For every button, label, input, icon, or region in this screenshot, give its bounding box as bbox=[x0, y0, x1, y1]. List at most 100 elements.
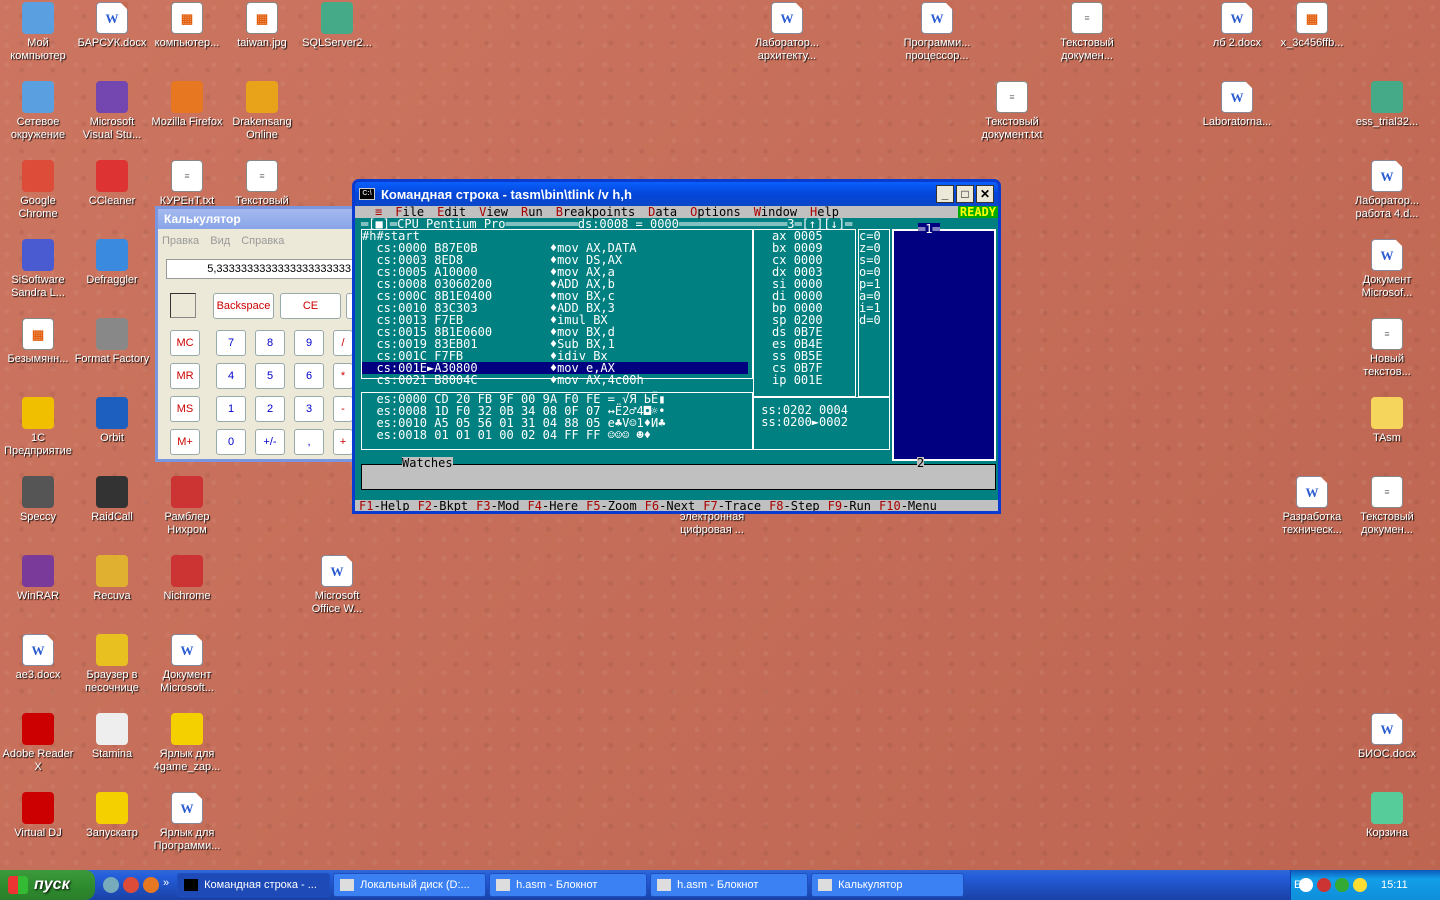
window-1[interactable]: ═1═ bbox=[892, 223, 996, 461]
task-notepad-2[interactable]: h.asm - Блокнот bbox=[650, 873, 809, 897]
desktop-icon[interactable]: W Ярлык для Программи... bbox=[149, 792, 225, 853]
turbo-debugger-screen[interactable]: ≡ File Edit View Run Breakpoints Data Options Wi… bbox=[355, 206, 998, 511]
desktop-icon[interactable]: W Разработка техническ... bbox=[1274, 476, 1350, 537]
fkey-item[interactable]: F9-Run bbox=[828, 499, 871, 511]
desktop-icon[interactable]: ▦ x_3c456ffb... bbox=[1274, 2, 1350, 50]
antivirus-icon[interactable] bbox=[1317, 878, 1331, 892]
key-button[interactable]: - bbox=[333, 396, 353, 422]
desktop-icon[interactable]: RaidCall bbox=[74, 476, 150, 524]
key-button[interactable]: 3 bbox=[294, 396, 324, 422]
key-button[interactable]: 9 bbox=[294, 330, 324, 356]
desktop-icon[interactable]: Сетевое окружение bbox=[0, 81, 76, 142]
desktop-icon[interactable]: ess_trial32... bbox=[1349, 81, 1425, 129]
desktop-icon[interactable]: W Лаборатор... работа 4.d... bbox=[1349, 160, 1425, 221]
desktop-icon[interactable]: Virtual DJ bbox=[0, 792, 76, 840]
key-button[interactable]: 8 bbox=[255, 330, 285, 356]
info-icon[interactable] bbox=[1353, 878, 1367, 892]
fkey-item[interactable]: F7-Trace bbox=[703, 499, 761, 511]
desktop-icon[interactable]: Stamina bbox=[74, 713, 150, 761]
desktop-icon[interactable]: W БАРСУК.docx bbox=[74, 2, 150, 50]
desktop-icon[interactable]: Recuva bbox=[74, 555, 150, 603]
desktop-icon[interactable]: W Документ Microsof... bbox=[1349, 239, 1425, 300]
dump-line[interactable]: es:0018 01 01 01 00 02 04 FF FF ☺☺☺ ☻♦ bbox=[362, 429, 651, 441]
desktop-icon[interactable]: WinRAR bbox=[0, 555, 76, 603]
flags-pane[interactable]: c=0 z=0 s=0 o=0 p=1 a=0 i=1 d=0 bbox=[858, 229, 890, 397]
desktop-icon[interactable]: ▦ taiwan.jpg bbox=[224, 2, 300, 50]
key-button[interactable]: , bbox=[294, 429, 324, 455]
fkey-item[interactable]: F3-Mod bbox=[476, 499, 519, 511]
code-pane[interactable]: #h#start cs:0000 B87E0B ♦mov AX,DATA cs:… bbox=[361, 229, 753, 386]
calc-menu-edit[interactable]: Правка bbox=[162, 235, 199, 247]
ie-icon[interactable] bbox=[103, 877, 119, 893]
cmd-window[interactable]: C:\ Командная строка - tasm\bin\tlink /v… bbox=[352, 179, 1001, 514]
desktop-icon[interactable]: Рамблер Нихром bbox=[149, 476, 225, 537]
fkey-item[interactable]: F1-Help bbox=[359, 499, 410, 511]
desktop-icon[interactable]: Microsoft Visual Stu... bbox=[74, 81, 150, 142]
desktop-icon[interactable]: Google Chrome bbox=[0, 160, 76, 221]
key-button[interactable]: 6 bbox=[294, 363, 324, 389]
clock[interactable]: 15:11 bbox=[1381, 879, 1408, 891]
stack-pane[interactable]: ss:0202 0004 ss:0200►0002 bbox=[753, 397, 890, 450]
dump-pane[interactable]: es:0000 CD 20 FB 9F 00 9A F0 FE = √Я ЬЁ▮… bbox=[361, 392, 753, 450]
desktop-icon[interactable]: W БИОС.docx bbox=[1349, 713, 1425, 761]
task-cmd[interactable]: Командная строка - ... bbox=[177, 873, 331, 897]
desktop-icon[interactable]: ▦ компьютер... bbox=[149, 2, 225, 50]
desktop-icon[interactable]: ≡ Текстовый bbox=[224, 160, 300, 208]
memory-mplus-button[interactable]: M+ bbox=[170, 429, 200, 455]
desktop-icon[interactable]: SiSoftware Sandra L... bbox=[0, 239, 76, 300]
key-button[interactable]: 7 bbox=[216, 330, 246, 356]
cmd-titlebar[interactable]: C:\ Командная строка - tasm\bin\tlink /v… bbox=[355, 182, 998, 206]
watches-pane[interactable]: Watches 2 bbox=[361, 457, 996, 490]
fkey-item[interactable]: F5-Zoom bbox=[586, 499, 637, 511]
task-explorer[interactable]: Локальный диск (D:... bbox=[333, 873, 487, 897]
key-button[interactable]: / bbox=[333, 330, 353, 356]
registers-pane[interactable]: ax 0005 bx 0009 cx 0000 dx 0003 si 0000 di 00… bbox=[753, 229, 856, 397]
desktop-icon[interactable]: Nichrome bbox=[149, 555, 225, 603]
calculator-window[interactable]: Калькулятор Правка Вид Справка 5,3333333… bbox=[155, 206, 366, 462]
desktop-icon[interactable]: Браузер в песочнице bbox=[74, 634, 150, 695]
desktop-icon[interactable]: CCleaner bbox=[74, 160, 150, 208]
code-line[interactable]: cs:0021 B8004C ♦mov AX,4c00h bbox=[362, 374, 643, 386]
firefox-icon[interactable] bbox=[143, 877, 159, 893]
desktop-icon[interactable]: Корзина bbox=[1349, 792, 1425, 840]
fkey-item[interactable]: F2-Bkpt bbox=[418, 499, 469, 511]
desktop-icon[interactable]: 1С Предприятие bbox=[0, 397, 76, 458]
fkey-item[interactable]: F10-Menu bbox=[879, 499, 937, 511]
calculator-titlebar[interactable]: Калькулятор bbox=[158, 209, 355, 229]
desktop-icon[interactable]: Orbit bbox=[74, 397, 150, 445]
desktop-icon[interactable]: Wae3.docx bbox=[0, 634, 76, 682]
close-button[interactable]: ✕ bbox=[976, 185, 994, 203]
desktop-icon[interactable]: Format Factory bbox=[74, 318, 150, 366]
memory-mc-button[interactable]: MC bbox=[170, 330, 200, 356]
desktop-icon[interactable]: Speccy bbox=[0, 476, 76, 524]
calc-menu-view[interactable]: Вид bbox=[210, 235, 230, 247]
desktop-icon[interactable]: Wлб 2.docx bbox=[1199, 2, 1275, 50]
desktop-icon[interactable]: W Laboratorna... bbox=[1199, 81, 1275, 129]
chevron-right-icon[interactable]: » bbox=[163, 877, 169, 893]
desktop-icon[interactable]: TAsm bbox=[1349, 397, 1425, 445]
language-indicator[interactable]: EN bbox=[1294, 879, 1309, 891]
task-notepad-1[interactable]: h.asm - Блокнот bbox=[489, 873, 648, 897]
desktop-icon[interactable]: Drakensang Online bbox=[224, 81, 300, 142]
fkey-item[interactable]: F6-Next bbox=[645, 499, 696, 511]
desktop-icon[interactable]: W Программи... процессор... bbox=[899, 2, 975, 63]
security-icon[interactable] bbox=[1335, 878, 1349, 892]
desktop-icon[interactable]: Запускатр bbox=[74, 792, 150, 840]
desktop-icon[interactable]: ≡ Текстовый докумен... bbox=[1049, 2, 1125, 63]
desktop-icon[interactable]: ≡ Текстовый докумен... bbox=[1349, 476, 1425, 537]
backspace-button[interactable]: Backspace bbox=[213, 293, 274, 319]
memory-ms-button[interactable]: MS bbox=[170, 396, 200, 422]
calc-menu-help[interactable]: Справка bbox=[241, 235, 284, 247]
key-button[interactable]: * bbox=[333, 363, 353, 389]
key-button[interactable]: 4 bbox=[216, 363, 246, 389]
desktop-icon[interactable]: Мой компьютер bbox=[0, 2, 76, 63]
maximize-button[interactable]: □ bbox=[956, 185, 974, 203]
key-button[interactable]: +/- bbox=[255, 429, 285, 455]
key-button[interactable]: 2 bbox=[255, 396, 285, 422]
desktop-icon[interactable]: ≡ КУРЕнТ.txt bbox=[149, 160, 225, 208]
chrome-icon[interactable] bbox=[123, 877, 139, 893]
key-button[interactable]: 5 bbox=[255, 363, 285, 389]
key-button[interactable]: + bbox=[333, 429, 353, 455]
key-button[interactable]: 0 bbox=[216, 429, 246, 455]
desktop-icon[interactable]: ≡ Текстовый документ.txt bbox=[974, 81, 1050, 142]
